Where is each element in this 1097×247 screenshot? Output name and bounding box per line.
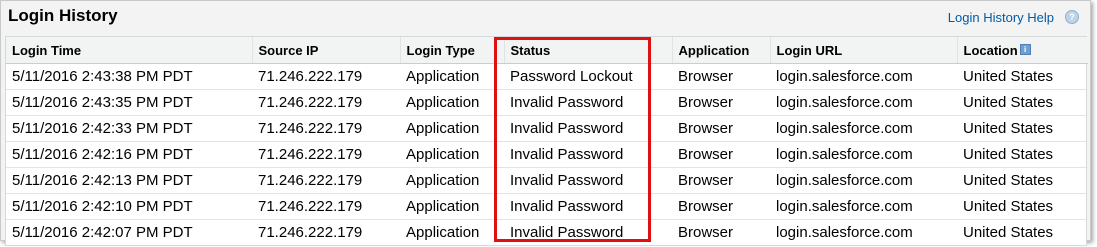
table-row: 5/11/2016 2:43:35 PM PDT 71.246.222.179 Ap… xyxy=(6,89,1088,116)
column-header-login-url[interactable]: Login URL xyxy=(770,37,958,64)
table-row: 5/11/2016 2:42:13 PM PDT 71.246.222.179 Ap… xyxy=(6,167,1088,194)
cell-login-url: login.salesforce.com xyxy=(770,141,957,168)
table-row: 5/11/2016 2:42:33 PM PDT 71.246.222.179 Ap… xyxy=(6,115,1088,142)
cell-login-url: login.salesforce.com xyxy=(770,167,957,194)
login-history-help-link[interactable]: Login History Help xyxy=(948,10,1054,25)
cell-login-time: 5/11/2016 2:42:10 PM PDT xyxy=(6,193,252,220)
cell-status: Invalid Password xyxy=(504,115,672,142)
info-icon[interactable]: i xyxy=(1019,43,1031,55)
cell-login-type: Application xyxy=(406,224,480,241)
help-icon-glyph: ? xyxy=(1069,12,1075,22)
table-header-row: Login Time Source IP Login Type Status A… xyxy=(6,37,1088,64)
cell-login-time: 5/11/2016 2:42:07 PM PDT xyxy=(12,224,193,241)
cell-status: Invalid Password xyxy=(504,141,672,168)
cell-login-type: Application xyxy=(400,63,504,90)
cell-source-ip: 71.246.222.179 xyxy=(252,115,400,142)
cell-login-url: login.salesforce.com xyxy=(770,63,957,90)
cell-source-ip: 71.246.222.179 xyxy=(258,224,363,241)
cell-status: Invalid Password xyxy=(504,89,672,116)
cell-source-ip: 71.246.222.179 xyxy=(252,167,400,194)
login-history-panel: Login History Login History Help ? Login… xyxy=(0,0,1091,246)
table-row: 5/11/2016 2:43:38 PM PDT 71.246.222.179 Ap… xyxy=(6,63,1088,90)
cell-application: Browser xyxy=(672,63,770,90)
cell-status: Invalid Password xyxy=(510,224,624,241)
cell-login-time: 5/11/2016 2:42:13 PM PDT xyxy=(6,167,252,194)
cell-application: Browser xyxy=(672,141,770,168)
column-header-status[interactable]: Status xyxy=(504,37,673,64)
cell-source-ip: 71.246.222.179 xyxy=(252,141,400,168)
cell-source-ip: 71.246.222.179 xyxy=(252,89,400,116)
cell-application: Browser xyxy=(672,193,770,220)
cell-login-type: Application xyxy=(400,115,504,142)
cell-login-url: login.salesforce.com xyxy=(770,193,957,220)
cell-application: Browser xyxy=(672,115,770,142)
cell-application: Browser xyxy=(678,224,734,241)
column-header-location[interactable]: Location i xyxy=(957,37,1088,64)
page-title: Login History xyxy=(8,6,118,25)
cell-location: United States xyxy=(957,63,1088,90)
cell-status: Invalid Password xyxy=(504,167,672,194)
cell-source-ip: 71.246.222.179 xyxy=(252,193,400,220)
cell-login-type: Application xyxy=(400,141,504,168)
table-row: 5/11/2016 2:42:16 PM PDT 71.246.222.179 Ap… xyxy=(6,141,1088,168)
cell-location: United States xyxy=(963,224,1054,241)
column-header-source-ip[interactable]: Source IP xyxy=(252,37,401,64)
panel-header: Login History Login History Help ? xyxy=(1,1,1090,35)
cell-location: United States xyxy=(957,141,1088,168)
cell-login-time: 5/11/2016 2:43:38 PM PDT xyxy=(6,63,252,90)
column-header-login-time[interactable]: Login Time xyxy=(6,37,253,64)
cell-login-url: login.salesforce.com xyxy=(770,89,957,116)
table-row: 5/11/2016 2:42:10 PM PDT 71.246.222.179 Ap… xyxy=(6,193,1088,220)
cell-application: Browser xyxy=(672,167,770,194)
cell-login-type: Application xyxy=(400,167,504,194)
cell-login-time: 5/11/2016 2:42:33 PM PDT xyxy=(6,115,252,142)
cell-login-type: Application xyxy=(400,193,504,220)
cell-location: United States xyxy=(957,89,1088,116)
cell-login-url: login.salesforce.com xyxy=(770,115,957,142)
table-row: 5/11/2016 2:42:07 PM PDT 71.246.222.179 Ap… xyxy=(6,220,1088,246)
cell-location: United States xyxy=(957,167,1088,194)
cell-status: Password Lockout xyxy=(504,63,672,90)
help-icon[interactable]: ? xyxy=(1065,10,1079,24)
cell-application: Browser xyxy=(672,89,770,116)
cell-location: United States xyxy=(957,115,1088,142)
column-header-application[interactable]: Application xyxy=(672,37,771,64)
cell-login-type: Application xyxy=(400,89,504,116)
cell-login-url: login.salesforce.com xyxy=(776,224,913,241)
cell-login-time: 5/11/2016 2:43:35 PM PDT xyxy=(6,89,252,116)
login-history-table: Login Time Source IP Login Type Status A… xyxy=(5,36,1088,246)
column-header-location-label: Location xyxy=(963,42,1018,58)
cell-status: Invalid Password xyxy=(504,193,672,220)
cell-login-time: 5/11/2016 2:42:16 PM PDT xyxy=(6,141,252,168)
column-header-login-type[interactable]: Login Type xyxy=(400,37,505,64)
cell-source-ip: 71.246.222.179 xyxy=(252,63,400,90)
cell-location: United States xyxy=(957,193,1088,220)
